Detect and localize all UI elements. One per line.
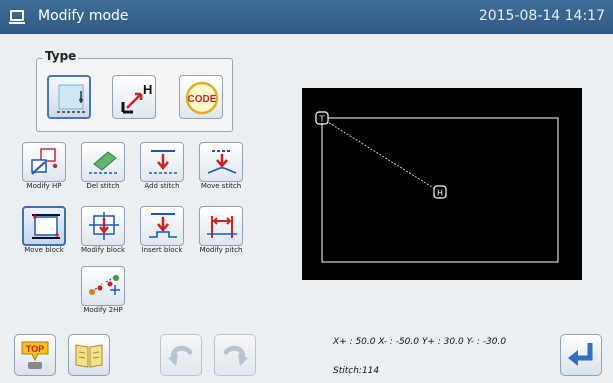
modify-pitch-label: Modify pitch: [199, 246, 243, 254]
undo-icon: [168, 345, 193, 366]
modify-block-button[interactable]: Modify block: [74, 206, 132, 258]
range-readout: X+ : 50.0 X- : -50.0 Y+ : 30.0 Y- : -30.…: [333, 337, 507, 347]
stitch-path: [322, 118, 441, 193]
modify-pitch-icon: [207, 216, 237, 238]
modify-hp-icon: [31, 148, 58, 175]
modify-block-icon: [89, 212, 119, 240]
insert-block-icon: [149, 213, 177, 238]
stitch-data-icon: [57, 84, 85, 113]
window-icon: [9, 10, 25, 24]
top-icon: TOP: [21, 341, 49, 369]
insert-block-button[interactable]: Insert block: [133, 206, 191, 258]
manual-button[interactable]: [68, 334, 110, 376]
redo-icon: [223, 345, 248, 366]
move-block-icon: [32, 214, 60, 239]
redo-button[interactable]: [214, 334, 256, 376]
del-stitch-icon: [89, 151, 119, 174]
stitch-count: Stitch:114: [333, 366, 380, 376]
type-high-low-button[interactable]: H: [112, 75, 156, 119]
modify-2hp-label: Modify 2HP: [83, 306, 123, 314]
move-stitch-button[interactable]: Move stitch: [192, 142, 250, 194]
move-stitch-label: Move stitch: [200, 182, 242, 190]
start-marker-label: T: [319, 115, 325, 124]
undo-button[interactable]: [160, 334, 202, 376]
end-marker-label: H: [437, 189, 443, 198]
datetime: 2015-08-14 14:17: [478, 8, 605, 24]
end-marker: H: [433, 185, 447, 199]
enter-icon: [568, 343, 593, 366]
type-stitch-button[interactable]: [47, 75, 91, 119]
book-icon: [75, 344, 103, 368]
add-stitch-button[interactable]: Add stitch: [133, 142, 191, 194]
pattern-preview: T H: [302, 88, 582, 280]
start-marker: T: [315, 111, 329, 125]
move-block-button[interactable]: Move block: [15, 206, 73, 258]
type-legend: Type: [43, 49, 79, 63]
modify-hp-button[interactable]: Modify HP: [15, 142, 73, 194]
modify-2hp-icon: [89, 275, 120, 295]
high-low-icon: H: [121, 82, 152, 114]
add-stitch-icon: [149, 150, 177, 174]
del-stitch-button[interactable]: Del stitch: [74, 142, 132, 194]
enter-button[interactable]: [560, 334, 602, 376]
high-label: H: [143, 82, 152, 97]
code-label: CODE: [188, 94, 217, 105]
title-bar: Modify mode 2015-08-14 14:17: [0, 0, 613, 34]
top-button[interactable]: TOP: [14, 334, 56, 376]
code-icon: CODE: [185, 81, 219, 115]
modify-2hp-button[interactable]: Modify 2HP: [74, 266, 132, 318]
move-stitch-icon: [207, 150, 237, 174]
type-code-button[interactable]: CODE: [179, 75, 223, 119]
type-group: Type H CODE: [36, 49, 233, 132]
window-title: Modify mode: [38, 8, 129, 24]
modify-pitch-button[interactable]: Modify pitch: [192, 206, 250, 258]
top-label: TOP: [26, 344, 44, 354]
